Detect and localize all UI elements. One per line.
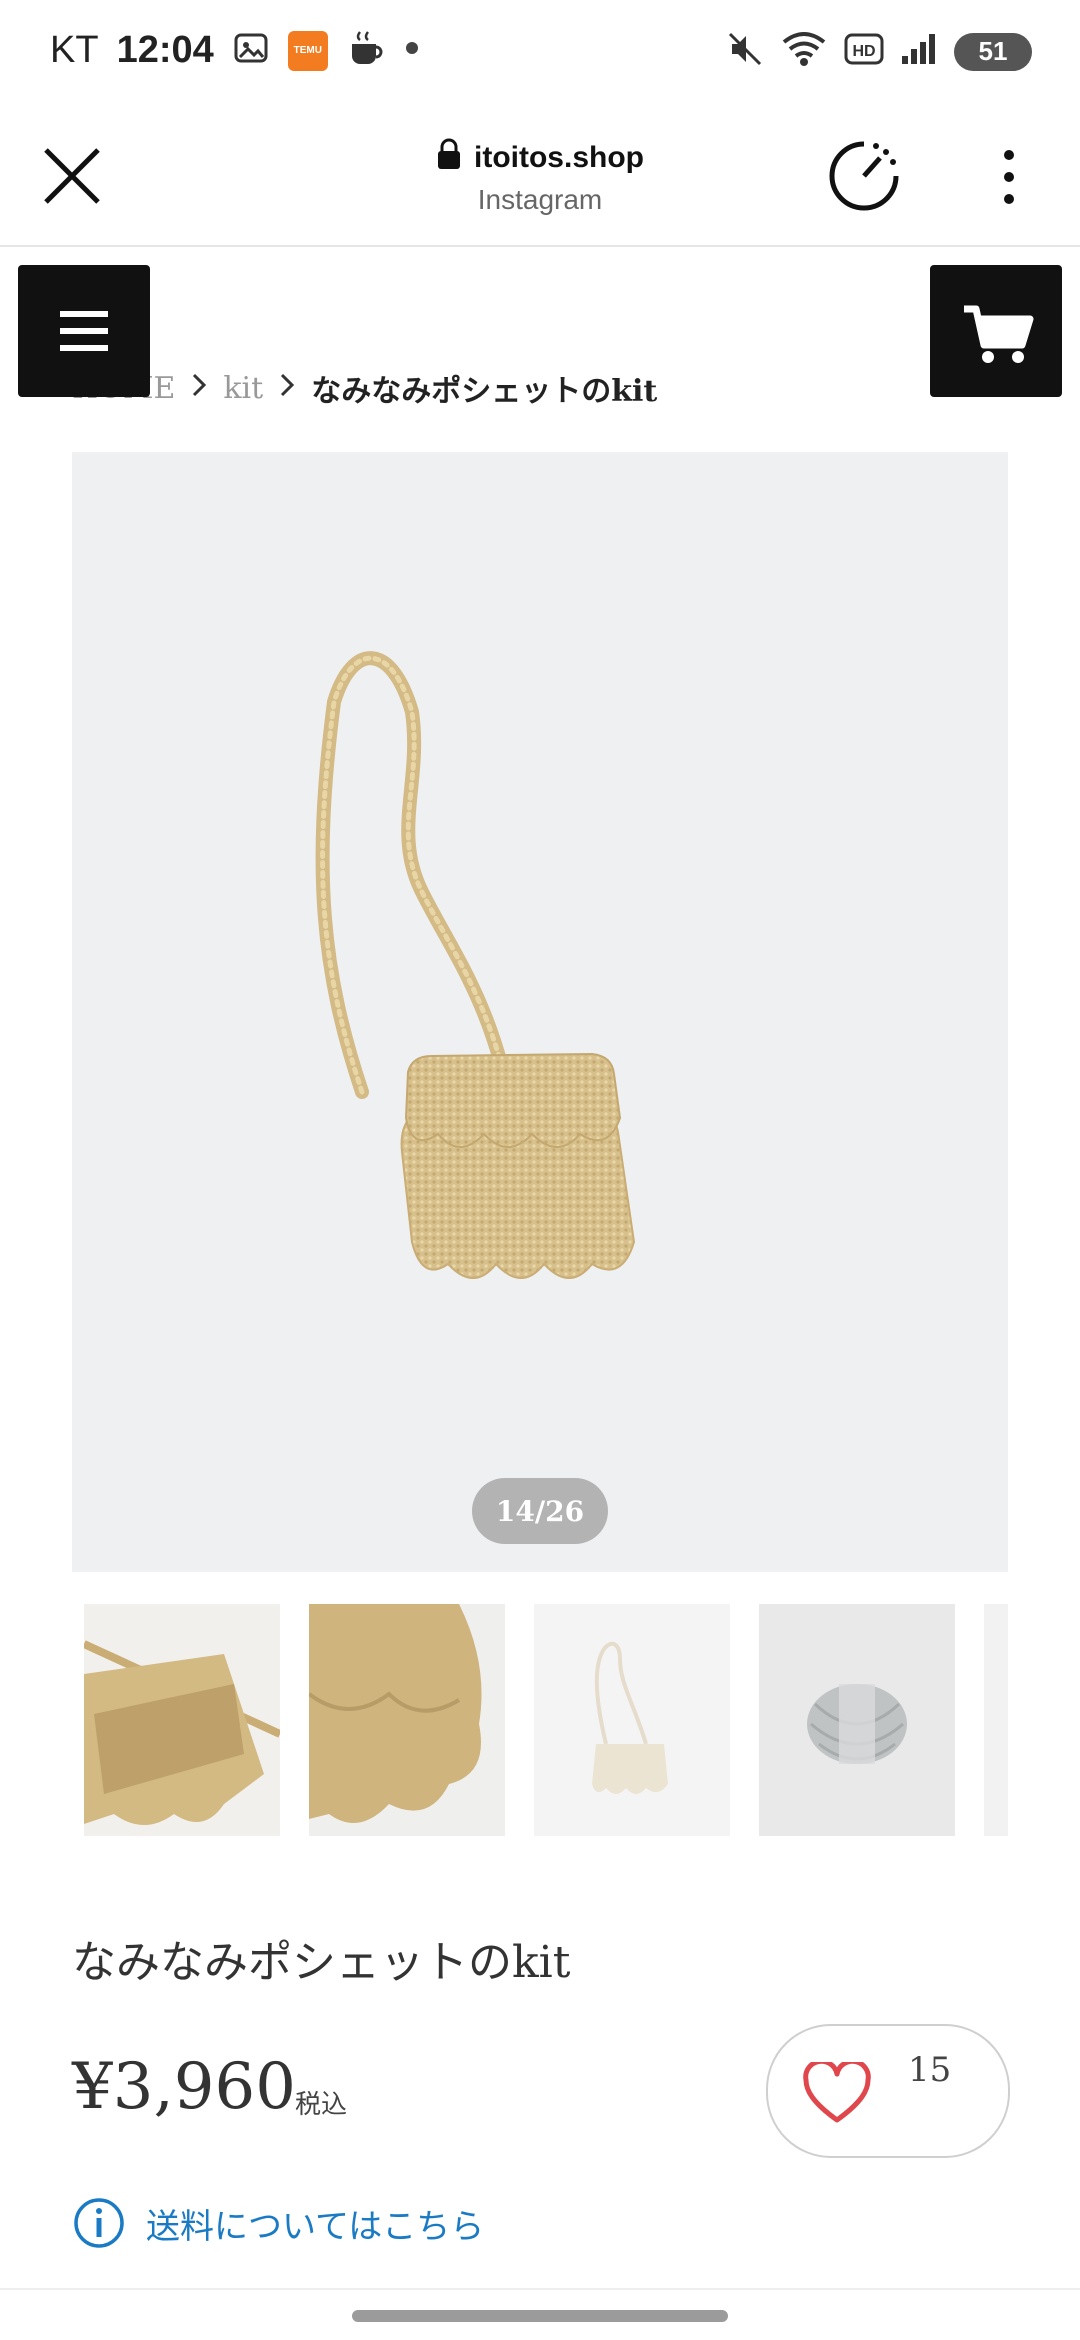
mute-icon [726,30,764,73]
chevron-right-icon [191,371,207,406]
product-price: ¥3,960 [72,2050,296,2124]
hamburger-icon [60,311,108,351]
notification-dot-icon [404,40,420,61]
more-vert-icon [1004,150,1014,204]
lock-icon [436,138,462,178]
product-title: なみなみポシェットのkit [72,1937,571,1988]
carrier-label: KT [50,29,99,71]
thumbnail-2[interactable] [309,1604,505,1836]
tax-label: 税込 [295,2089,348,2119]
hd-icon: HD [844,32,884,71]
favorite-button[interactable]: 15 [766,2024,1010,2158]
chevron-right-icon [279,371,295,406]
thumbnail-3[interactable] [534,1604,730,1836]
info-icon [74,2198,124,2248]
temu-label: TEMU [293,45,322,56]
breadcrumb: HOME kit なみなみポシェットのkit [72,366,657,410]
coffee-icon [346,28,386,73]
menu-button[interactable] [18,265,150,397]
speed-dial-button[interactable] [826,138,902,214]
battery-indicator: 51 [954,32,1032,71]
browser-toolbar: itoitos.shop Instagram [0,110,1080,247]
shipping-link-text: 送料についてはこちら [146,2206,485,2247]
temu-app-icon: TEMU [287,30,328,71]
cart-button[interactable] [930,265,1062,397]
yarn-ball-photo [759,1604,955,1836]
breadcrumb-current: なみなみポシェットのkit [311,374,658,409]
status-bar: KT 12:04 TEMU HD 51 [0,0,1080,110]
thumbnail-4[interactable] [759,1604,955,1836]
battery-level: 51 [978,36,1008,66]
url-source: Instagram [477,184,603,215]
favorite-count: 15 [908,2050,952,2090]
divider [0,2288,1080,2290]
more-options-button[interactable] [990,145,1028,209]
wifi-icon [780,30,828,73]
timer-icon [829,141,899,211]
heart-icon [803,2062,871,2123]
pochette-bag-image [315,651,636,1279]
home-indicator[interactable] [352,2310,728,2322]
svg-text:HD: HD [852,43,875,60]
image-counter: 14/26 [472,1478,608,1544]
thumbnail-1[interactable] [84,1604,280,1836]
product-main-image[interactable] [72,452,1008,1572]
cart-icon [964,305,1034,363]
thumbnail-strip [84,1604,1008,1836]
breadcrumb-category[interactable]: kit [223,371,263,406]
url-domain: itoitos.shop [474,141,644,174]
thumbnail-5[interactable] [984,1604,1008,1836]
url-display[interactable]: itoitos.shop Instagram [0,138,1080,216]
white-bag-photo [534,1604,730,1836]
screenshot-icon [232,29,270,72]
bag-detail-photo [309,1604,505,1836]
signal-icon [900,32,938,71]
clock: 12:04 [116,29,214,71]
shipping-info-link[interactable]: 送料についてはこちら [72,2196,484,2250]
bag-inside-photo [84,1604,280,1836]
